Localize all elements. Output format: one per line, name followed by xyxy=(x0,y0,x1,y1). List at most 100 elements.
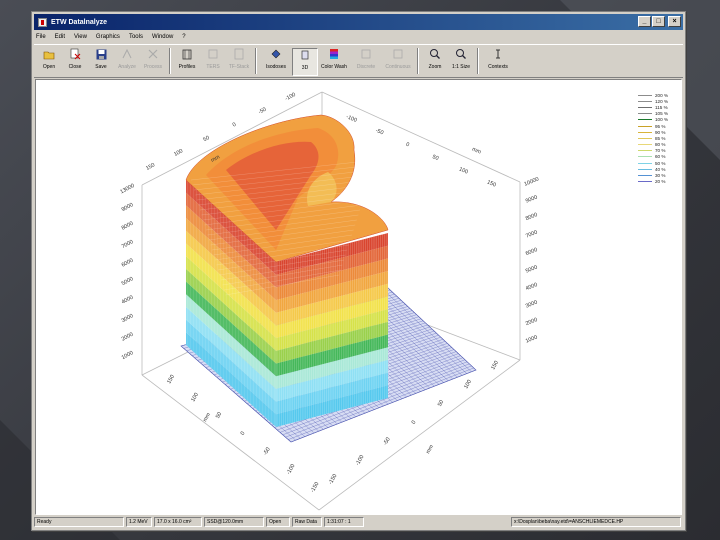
profiles-button[interactable]: Profiles xyxy=(174,48,200,76)
zoom-button[interactable]: Zoom xyxy=(422,48,448,76)
close-file-button[interactable]: Close xyxy=(62,48,88,76)
back-right-tick-label: -50 xyxy=(375,128,385,137)
back-right-tick-label: 150 xyxy=(486,180,497,189)
save-label: Save xyxy=(95,64,107,70)
tf-stack-button[interactable]: TF-Stack xyxy=(226,48,252,76)
menu-file[interactable]: File xyxy=(36,34,46,40)
toolbar-separator xyxy=(477,48,479,74)
status-field-size: 17.0 x 16.0 cm² xyxy=(154,517,202,527)
back-left-tick-label: 0 xyxy=(232,122,238,129)
window-controls: _ □ × xyxy=(638,16,681,27)
toolbar-separator xyxy=(169,48,171,74)
menu-edit[interactable]: Edit xyxy=(55,34,65,40)
right-axis-tick-label: 9000 xyxy=(525,194,539,204)
floppy-disk-icon xyxy=(95,48,107,60)
process-button[interactable]: Process xyxy=(140,48,166,76)
front-right-tick-label: -150 xyxy=(328,473,339,486)
back-right-tick-label: 100 xyxy=(458,167,469,176)
close-label: Close xyxy=(68,64,82,70)
save-button[interactable]: Save xyxy=(88,48,114,76)
ters-icon xyxy=(207,48,219,60)
status-file-path: x:\Dosplan\beba\nay.etd\=ANSCHLIEMEDCE.H… xyxy=(511,517,681,527)
minimize-button[interactable]: _ xyxy=(638,16,651,27)
menu-help[interactable]: ? xyxy=(182,34,185,40)
toolbar-separator xyxy=(255,48,257,74)
discrete-button[interactable]: Discrete xyxy=(350,48,382,76)
legend-swatch xyxy=(638,181,652,183)
status-bar: Ready 1.2 MeV 17.0 x 16.0 cm² SSD@120.0m… xyxy=(34,516,683,528)
axis-unit-label: mm xyxy=(202,412,212,423)
toolbar: Open Close Save Analyze Process Profiles… xyxy=(34,44,683,78)
one-to-one-button[interactable]: 1:1 Size xyxy=(448,48,474,76)
menu-bar: File Edit View Graphics Tools Window ? xyxy=(34,31,683,43)
status-mode: Open xyxy=(266,517,290,527)
back-left-tick-label: -100 xyxy=(284,92,297,102)
front-right-tick-label: 100 xyxy=(463,379,473,390)
legend-label: 80 % xyxy=(655,142,666,148)
legend-entry: 20 % xyxy=(638,179,681,185)
menu-window[interactable]: Window xyxy=(152,34,173,40)
analyze-label: Analyze xyxy=(118,64,136,70)
application-window: ETW Datalnalyze _ □ × File Edit View Gra… xyxy=(31,11,686,531)
one-to-one-icon xyxy=(455,48,467,60)
status-energy: 1.2 MeV xyxy=(126,517,152,527)
one-to-one-label: 1:1 Size xyxy=(451,64,471,70)
view-3d-button[interactable]: 3D xyxy=(292,48,318,76)
view-3d-label: 3D xyxy=(301,65,309,71)
legend-label: 115 % xyxy=(655,104,668,110)
legend-swatch xyxy=(638,162,652,164)
legend-swatch xyxy=(638,175,652,177)
plot-area[interactable]: 10000 9000 8000 7000 6000 5000 4000 3000 2000 100… xyxy=(35,79,682,515)
left-axis-tick-label: 4000 xyxy=(121,295,135,306)
back-left-tick-label: 150 xyxy=(145,162,156,172)
analyze-button[interactable]: Analyze xyxy=(114,48,140,76)
continuous-button[interactable]: Continuous xyxy=(382,48,414,76)
legend-label: 200 % xyxy=(655,92,669,98)
legend-swatch xyxy=(638,94,652,96)
discrete-icon xyxy=(360,48,372,60)
legend-swatch xyxy=(638,150,652,152)
profiles-icon xyxy=(181,48,193,60)
front-left-tick-label: -150 xyxy=(310,481,321,494)
discrete-label: Discrete xyxy=(356,64,376,70)
front-left-tick-label: 50 xyxy=(215,411,223,419)
open-button[interactable]: Open xyxy=(36,48,62,76)
close-button[interactable]: × xyxy=(668,16,681,27)
legend-swatch xyxy=(638,156,652,158)
legend-swatch xyxy=(638,106,652,108)
right-axis-tick-label: 8000 xyxy=(525,212,539,222)
legend-swatch xyxy=(638,131,652,133)
open-label: Open xyxy=(42,64,56,70)
right-axis-tick-label: 2000 xyxy=(525,317,539,327)
color-wash-button[interactable]: Color Wash xyxy=(318,48,350,76)
contexts-button[interactable]: Contexts xyxy=(482,48,514,76)
maximize-button[interactable]: □ xyxy=(652,16,665,27)
legend-label: 85 % xyxy=(655,135,666,141)
toolbar-separator xyxy=(417,48,419,74)
front-left-tick-label: 0 xyxy=(240,431,247,437)
right-axis-tick-label: 10000 xyxy=(523,176,539,187)
color-wash-icon xyxy=(328,48,340,60)
menu-graphics[interactable]: Graphics xyxy=(96,34,120,40)
menu-tools[interactable]: Tools xyxy=(129,34,143,40)
right-axis-tick-label: 5000 xyxy=(525,264,539,274)
right-axis-tick-label: 4000 xyxy=(525,282,539,292)
ters-button[interactable]: TERS xyxy=(200,48,226,76)
status-ssd: SSD@120.0mm xyxy=(204,517,264,527)
front-right-tick-label: 150 xyxy=(490,360,500,371)
legend-label: 40 % xyxy=(655,166,666,172)
title-bar[interactable]: ETW Datalnalyze _ □ × xyxy=(34,14,683,30)
left-axis-tick-label: 13000 xyxy=(119,183,135,195)
tf-stack-icon xyxy=(233,48,245,60)
front-left-tick-label: -50 xyxy=(263,447,272,457)
menu-view[interactable]: View xyxy=(74,34,87,40)
close-doc-icon xyxy=(69,48,81,60)
isodoses-button[interactable]: Isodoses xyxy=(260,48,292,76)
right-axis-tick-label: 3000 xyxy=(525,299,539,309)
status-time: 1:31:07 : 1 xyxy=(324,517,364,527)
app-icon xyxy=(38,17,47,27)
axis-unit-label: mm xyxy=(425,444,435,455)
back-left-tick-label: 50 xyxy=(202,135,210,143)
legend-swatch xyxy=(638,119,652,121)
back-left-tick-label: -50 xyxy=(258,107,268,116)
